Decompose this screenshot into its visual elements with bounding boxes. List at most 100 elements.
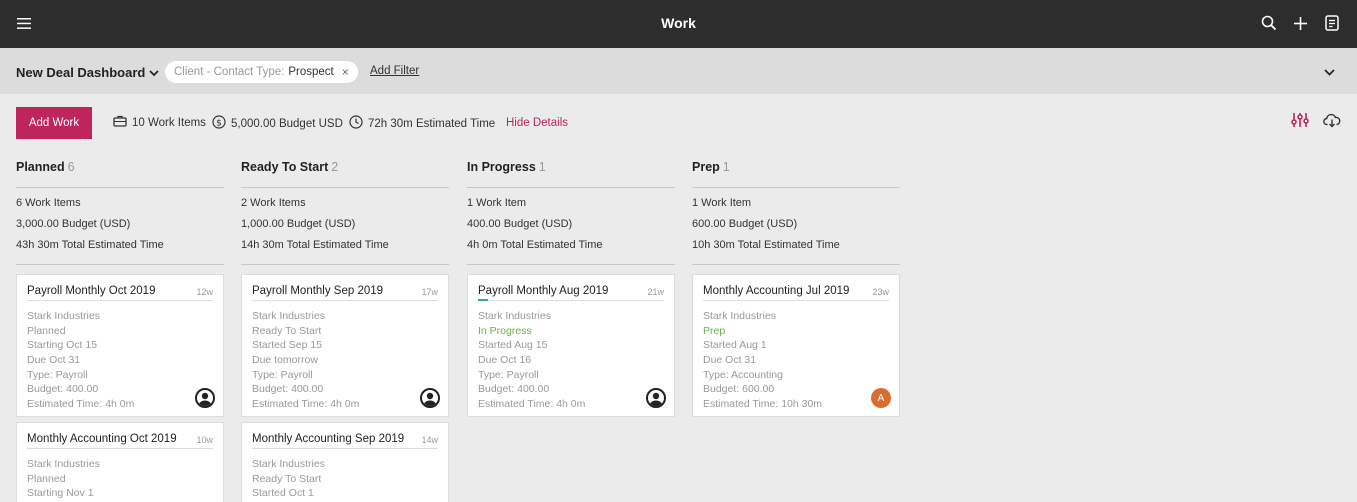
card-title[interactable]: Payroll Monthly Oct 2019 [27,285,155,297]
summary-budget: 400.00 Budget (USD) [467,218,573,230]
plus-icon[interactable] [1290,13,1310,33]
card-title[interactable]: Monthly Accounting Oct 2019 [27,433,177,445]
cloud-download-icon[interactable] [1323,113,1341,131]
work-card[interactable]: Payroll Monthly Oct 2019 12w Stark Indus… [16,274,224,417]
notes-icon[interactable] [1322,13,1342,33]
column-header: Prep 1 [692,160,900,188]
card-due-date: Due Oct 31 [27,354,81,367]
summary-budget: 600.00 Budget (USD) [692,218,798,230]
card-status: Ready To Start [252,324,322,337]
summary-estimated-time: 10h 30m Total Estimated Time [692,239,840,251]
clock-icon [349,115,363,132]
sliders-icon[interactable] [1291,112,1309,131]
card-status: Ready To Start [252,472,322,485]
dollar-icon: $ [212,115,226,132]
hide-details-link[interactable]: Hide Details [506,117,568,129]
card-type: Type: Payroll [27,368,88,381]
card-client: Stark Industries [27,458,100,470]
card-age: 21w [647,287,664,297]
filter-chip-key: Client - Contact Type: [174,66,285,78]
column-header: In Progress 1 [467,160,675,188]
card-due-date: Due Oct 16 [478,354,532,367]
card-title[interactable]: Payroll Monthly Aug 2019 [478,285,608,297]
column-count: 2 [331,160,339,174]
card-budget: Budget: 400.00 [252,383,324,396]
work-card[interactable]: Payroll Monthly Sep 2019 17w Stark Indus… [241,274,449,417]
card-start-date: Starting Oct 15 [27,339,98,352]
chevron-down-icon[interactable] [1324,65,1335,79]
card-title[interactable]: Monthly Accounting Sep 2019 [252,433,404,445]
card-type: Type: Payroll [252,368,313,381]
budget-stat: $ 5,000.00 Budget USD [212,115,343,132]
card-start-date: Started Oct 1 [252,487,314,500]
summary-estimated-time: 4h 0m Total Estimated Time [467,239,603,251]
card-start-date: Started Aug 1 [703,339,767,352]
card-age: 17w [421,287,438,297]
filter-chip[interactable]: Client - Contact Type: Prospect × [165,61,358,83]
card-estimated-time: Estimated Time: 4h 0m [252,398,360,411]
person-icon[interactable] [420,388,440,408]
top-bar: Work [0,0,1357,48]
page-title: Work [661,15,696,31]
column-summary: 6 Work Items 3,000.00 Budget (USD) 43h 3… [16,188,224,265]
summary-estimated-time: 43h 30m Total Estimated Time [16,239,164,251]
card-header: Monthly Accounting Oct 2019 10w [27,431,213,449]
work-card[interactable]: Monthly Accounting Jul 2019 23w Stark In… [692,274,900,417]
summary-budget: 3,000.00 Budget (USD) [16,218,131,230]
card-client: Stark Industries [703,310,776,322]
column-name: Planned [16,160,65,174]
work-card[interactable]: Monthly Accounting Sep 2019 14w Stark In… [241,422,449,502]
dashboard-selector[interactable]: New Deal Dashboard [16,65,159,80]
card-start-date: Started Aug 15 [478,339,548,352]
column-count: 1 [538,160,546,174]
progress-indicator [478,299,488,301]
search-icon[interactable] [1259,13,1279,33]
work-card[interactable]: Payroll Monthly Aug 2019 21w Stark Indus… [467,274,675,417]
column-prep: Prep 1 1 Work Item 600.00 Budget (USD) 10… [692,160,900,417]
close-icon[interactable]: × [342,65,349,79]
card-status: Planned [27,324,66,337]
column-name: Ready To Start [241,160,329,174]
card-age: 14w [421,435,438,445]
summary-work-items: 6 Work Items [16,197,81,209]
add-work-button[interactable]: Add Work [16,107,92,139]
work-card[interactable]: Monthly Accounting Oct 2019 10w Stark In… [16,422,224,502]
card-header: Monthly Accounting Sep 2019 14w [252,431,438,449]
person-icon[interactable] [646,388,666,408]
dashboard-name: New Deal Dashboard [16,65,146,80]
card-due-date: Due tomorrow [252,354,318,367]
filter-bar: New Deal Dashboard Client - Contact Type… [0,48,1357,94]
avatar[interactable]: A [871,388,891,408]
column-name: In Progress [467,160,536,174]
card-status: Planned [27,472,66,485]
summary-estimated-time: 14h 30m Total Estimated Time [241,239,389,251]
card-estimated-time: Estimated Time: 4h 0m [27,398,135,411]
briefcase-icon [113,115,127,130]
column-header: Ready To Start 2 [241,160,449,188]
card-type: Type: Payroll [478,368,539,381]
work-items-count: 10 Work Items [132,116,206,129]
column-ready-to-start: Ready To Start 2 2 Work Items 1,000.00 Bu… [241,160,449,502]
card-budget: Budget: 600.00 [703,383,775,396]
card-age: 23w [872,287,889,297]
summary-work-items: 2 Work Items [241,197,306,209]
card-budget: Budget: 400.00 [27,383,99,396]
estimated-time-total: 72h 30m Estimated Time [368,117,496,130]
summary-work-items: 1 Work Item [692,197,752,209]
add-filter-link[interactable]: Add Filter [370,65,419,77]
person-icon[interactable] [195,388,215,408]
card-title[interactable]: Payroll Monthly Sep 2019 [252,285,383,297]
card-header: Payroll Monthly Aug 2019 21w [478,283,664,301]
card-type: Type: Accounting [703,368,783,381]
column-count: 6 [67,160,75,174]
column-summary: 1 Work Item 600.00 Budget (USD) 10h 30m … [692,188,900,265]
card-age: 12w [196,287,213,297]
chevron-down-icon [149,65,159,80]
card-start-date: Started Sep 15 [252,339,323,352]
summary-work-items: 1 Work Item [467,197,527,209]
card-title[interactable]: Monthly Accounting Jul 2019 [703,285,849,297]
column-summary: 1 Work Item 400.00 Budget (USD) 4h 0m To… [467,188,675,265]
column-planned: Planned 6 6 Work Items 3,000.00 Budget (U… [16,160,224,502]
filter-chip-value: Prospect [288,66,334,78]
card-start-date: Starting Nov 1 [27,487,94,500]
